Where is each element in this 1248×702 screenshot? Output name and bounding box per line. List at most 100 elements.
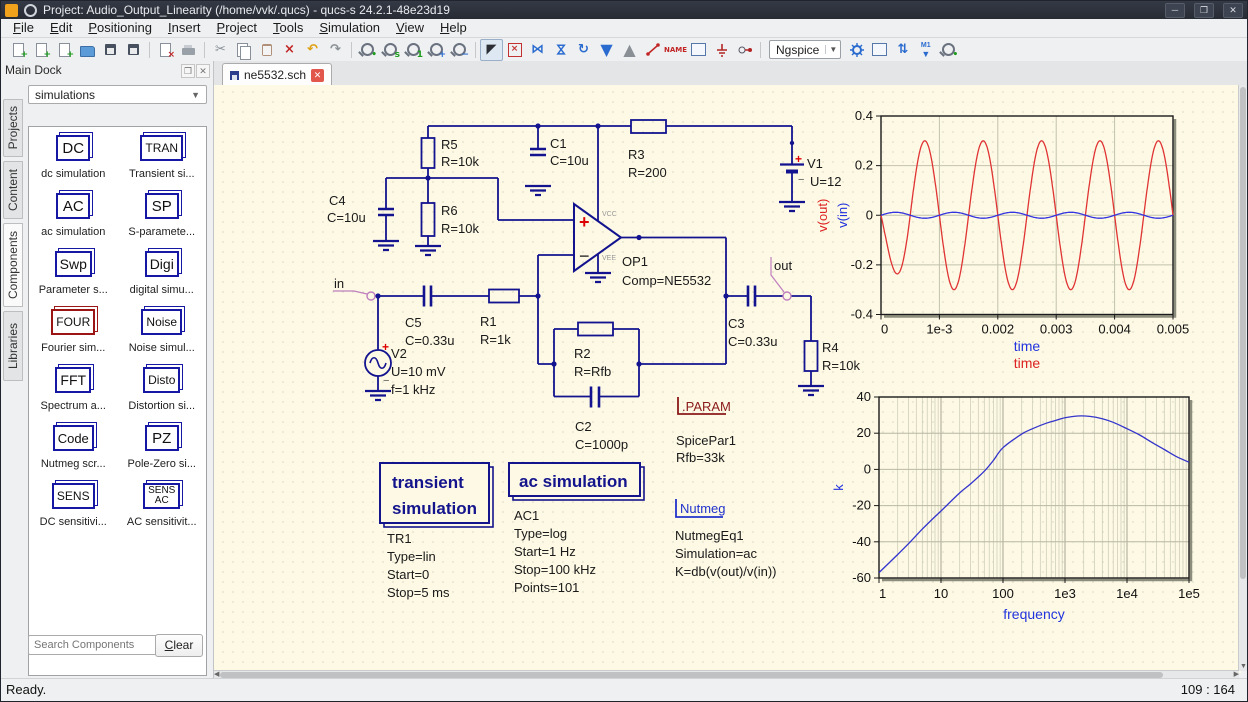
schematic-label[interactable]: Stop=100 kHz (514, 562, 596, 577)
schematic-label[interactable]: − (798, 174, 804, 186)
schematic-label[interactable]: .PARAM (682, 399, 731, 414)
schematic-label[interactable]: + (579, 212, 590, 232)
insert-equation-button[interactable] (687, 39, 710, 61)
simulate-button[interactable] (845, 39, 868, 61)
schematic-label[interactable]: R=10k (441, 221, 479, 236)
schematic-label[interactable]: transient (392, 473, 464, 492)
schematic-label[interactable]: C=10u (327, 210, 366, 225)
port-in[interactable] (333, 290, 376, 301)
schematic-label[interactable]: − (579, 246, 590, 266)
schematic-label[interactable]: C2 (575, 419, 592, 434)
schematic-label[interactable]: R2 (574, 346, 591, 361)
paste-button[interactable] (255, 39, 278, 61)
clear-button[interactable]: Clear (155, 634, 203, 657)
insert-wire-button[interactable] (641, 39, 664, 61)
zoom-fit-button[interactable]: • (356, 39, 379, 61)
undo-button[interactable]: ↶ (301, 39, 324, 61)
curve-K[interactable] (878, 415, 1190, 574)
schematic-label[interactable]: simulation (392, 499, 477, 518)
component-s-paramete[interactable]: SP S-paramete... (118, 189, 207, 247)
dock-float-icon[interactable]: ❐ (181, 64, 195, 78)
view-data-display-button[interactable]: ⇅ (891, 39, 914, 61)
schematic-label[interactable]: R=1k (480, 332, 511, 347)
minimize-button[interactable]: ─ (1165, 2, 1185, 18)
menu-file[interactable]: File (5, 19, 42, 37)
schematic-label[interactable]: Stop=5 ms (387, 585, 450, 600)
mirror-about-x-button[interactable]: ⋈ (549, 39, 572, 61)
schematic-label[interactable]: f=1 kHz (391, 382, 435, 397)
schematic-label[interactable]: C1 (550, 136, 567, 151)
zoom-100-button[interactable]: 1 (402, 39, 425, 61)
tab-ne5532[interactable]: ne5532.sch ✕ (222, 63, 333, 86)
component-distortion-si[interactable]: Disto Distortion si... (118, 363, 207, 421)
vscroll-down-arrow[interactable]: ▼ (1240, 663, 1247, 671)
schematic-label[interactable]: R6 (441, 203, 458, 218)
cut-button[interactable]: ✂ (209, 39, 232, 61)
component-nutmeg-scr[interactable]: Code Nutmeg scr... (29, 421, 118, 479)
schematic-label[interactable]: U=12 (810, 174, 841, 189)
menu-simulation[interactable]: Simulation (311, 19, 388, 37)
schematic-label[interactable]: C=1000p (575, 437, 628, 452)
schematic-label[interactable]: Start=0 (387, 567, 429, 582)
simulator-select[interactable]: Ngspice ▼ (769, 40, 842, 59)
schematic-label[interactable]: VCC (602, 211, 617, 218)
schematic-label[interactable]: SpicePar1 (676, 433, 736, 448)
schematic-label[interactable]: Nutmeg (680, 501, 726, 516)
save-button[interactable] (99, 39, 122, 61)
schematic-label[interactable]: Rfb=33k (676, 450, 725, 465)
menu-help[interactable]: Help (432, 19, 475, 37)
frequency-response-plot[interactable]: 1 10 100 1e3 1e4 1e5 40 20 0 -20 -40 -60 frequency k (831, 389, 1200, 622)
graph-probe-button[interactable]: • (937, 39, 960, 61)
component-dc-sensitivi[interactable]: SENS DC sensitivi... (29, 479, 118, 537)
schematic-label[interactable]: Points=101 (514, 580, 579, 595)
menu-project[interactable]: Project (209, 19, 265, 37)
go-into-subcircuit-button[interactable]: ▼ (595, 39, 618, 61)
schematic-label[interactable]: C=0.33u (405, 333, 455, 348)
maximize-button[interactable]: ❐ (1194, 2, 1214, 18)
schematic-label[interactable]: Type=lin (387, 549, 436, 564)
delete-button[interactable]: × (278, 39, 301, 61)
search-components-input[interactable] (28, 635, 158, 655)
component-ac-sensitivit[interactable]: SENS AC AC sensitivit... (118, 479, 207, 537)
new-symbol-button[interactable]: + (53, 39, 76, 61)
vertical-scrollbar[interactable]: ▼ (1238, 85, 1247, 671)
schematic-labels[interactable]: R5 R=10k C1 C=10u R3 R=200 V1 U=12 C4 C=10u R6 R=10… (327, 136, 860, 600)
menu-edit[interactable]: Edit (42, 19, 80, 37)
schematic-label[interactable]: R3 (628, 147, 645, 162)
schematic-label[interactable]: OP1 (622, 254, 648, 269)
schematic-label[interactable]: Type=log (514, 526, 567, 541)
component-ac-simulation[interactable]: AC ac simulation (29, 189, 118, 247)
document-settings-button[interactable] (868, 39, 891, 61)
copy-button[interactable] (232, 39, 255, 61)
schematic-label[interactable]: + (795, 152, 802, 166)
save-all-button[interactable] (122, 39, 145, 61)
schematic-label[interactable]: AC1 (514, 508, 539, 523)
insert-wire-label-button[interactable]: NAME (664, 39, 687, 61)
component-pole-zero-si[interactable]: PZ Pole-Zero si... (118, 421, 207, 479)
deactivate-component-button[interactable]: × (503, 39, 526, 61)
component-fourier-sim[interactable]: FOUR Fourier sim... (29, 305, 118, 363)
schematic-label[interactable]: C5 (405, 315, 422, 330)
component-noise-simul[interactable]: Noise Noise simul... (118, 305, 207, 363)
dock-close-icon[interactable]: ✕ (196, 64, 210, 78)
print-button[interactable] (177, 39, 200, 61)
zoom-selection-button[interactable]: s (379, 39, 402, 61)
menu-positioning[interactable]: Positioning (80, 19, 160, 37)
schematic-label[interactable]: TR1 (387, 531, 412, 546)
schematic-label[interactable]: ac simulation (519, 472, 628, 491)
menu-tools[interactable]: Tools (265, 19, 311, 37)
schematic-drawing[interactable]: R5 R=10k C1 C=10u R3 R=200 V1 U=12 C4 C=10u R6 R=10… (214, 85, 1241, 673)
rotate-button[interactable]: ↻ (572, 39, 595, 61)
schematic-label[interactable]: R=Rfb (574, 364, 611, 379)
schematic-label[interactable]: NutmegEq1 (675, 528, 744, 543)
schematic-label[interactable]: R=200 (628, 165, 667, 180)
dock-tab-components[interactable]: Components (3, 223, 23, 307)
schematic-label[interactable]: K=db(v(out)/v(in)) (675, 564, 777, 579)
component-category-select[interactable]: simulations ▼ (28, 85, 207, 104)
component-transient-si[interactable]: TRAN Transient si... (118, 131, 207, 189)
schematic-label[interactable]: R=10k (441, 154, 479, 169)
close-file-button[interactable]: × (154, 39, 177, 61)
schematic-label[interactable]: in (334, 276, 344, 291)
component-spectrum-a[interactable]: FFT Spectrum a... (29, 363, 118, 421)
schematic-label[interactable]: − (383, 375, 389, 387)
